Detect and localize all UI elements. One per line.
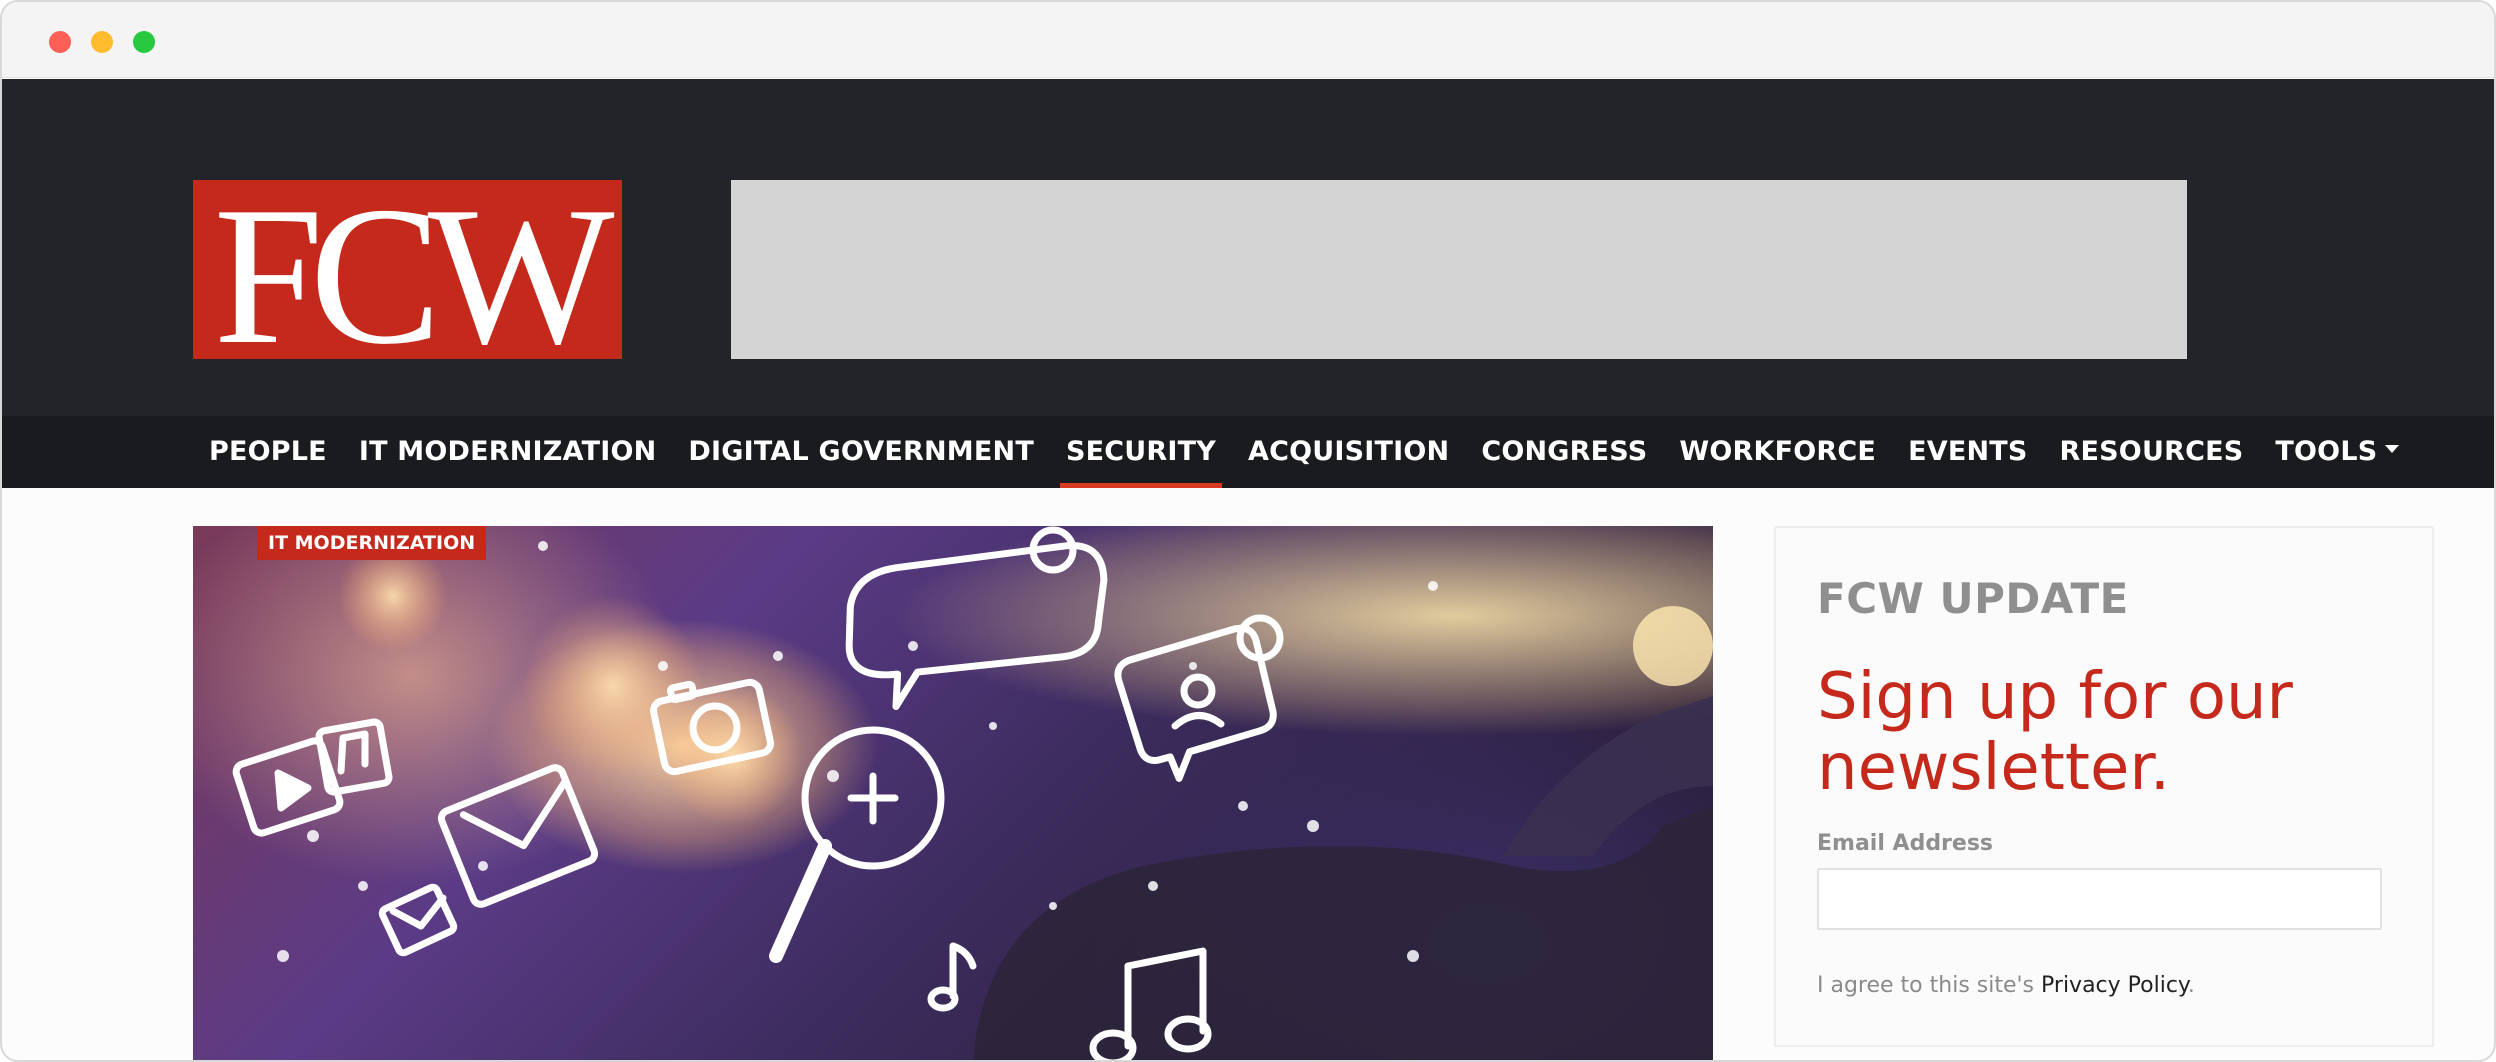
category-badge[interactable]: IT MODERNIZATION [257, 526, 487, 560]
caret-down-icon [2385, 444, 2400, 453]
privacy-policy-link[interactable]: Privacy Policy [2041, 973, 2188, 998]
nav-item-people[interactable]: PEOPLE [193, 416, 343, 488]
fcw-logo[interactable]: FCW [193, 180, 622, 359]
consent-suffix: . [2187, 973, 2195, 998]
bokeh-light [1633, 606, 1713, 686]
close-window-button[interactable] [49, 31, 71, 53]
logo-wordmark: FCW [213, 180, 614, 359]
hero-illustration [232, 526, 1713, 1060]
nav-item-security[interactable]: SECURITY [1050, 416, 1232, 488]
advertisement-banner[interactable] [731, 180, 2187, 359]
main-navigation: PEOPLE IT MODERNIZATION DIGITAL GOVERNME… [2, 416, 2494, 488]
user-message-icon [1114, 614, 1284, 782]
email-label: Email Address [1817, 831, 1994, 856]
site-header: FCW [2, 79, 2494, 416]
newsletter-kicker: FCW UPDATE [1817, 574, 2129, 623]
nav-item-digital-government[interactable]: DIGITAL GOVERNMENT [672, 416, 1050, 488]
email-field[interactable] [1817, 868, 2382, 930]
nav-item-tools[interactable]: TOOLS [2259, 416, 2415, 488]
nav-item-acquisition[interactable]: ACQUISITION [1232, 416, 1465, 488]
nav-item-tools-label: TOOLS [2275, 436, 2378, 467]
nav-item-events[interactable]: EVENTS [1892, 416, 2043, 488]
newsletter-signup: FCW UPDATE Sign up for our newsletter. E… [1774, 526, 2434, 1047]
mail-icon [378, 883, 458, 957]
minimize-window-button[interactable] [91, 31, 113, 53]
nav-item-it-modernization[interactable]: IT MODERNIZATION [343, 416, 673, 488]
nav-item-workforce[interactable]: WORKFORCE [1663, 416, 1892, 488]
maximize-window-button[interactable] [133, 31, 155, 53]
chat-bubble-icon [845, 526, 1108, 710]
nav-item-resources[interactable]: RESOURCES [2044, 416, 2260, 488]
music-note-icon [927, 942, 977, 1012]
newsletter-headline: Sign up for our newsletter. [1817, 660, 2293, 805]
hand-silhouette [973, 806, 1713, 1060]
fcw-logo-mark: FCW [213, 180, 622, 359]
consent-text: I agree to this site's [1817, 973, 2042, 998]
browser-window: FCW PEOPLE IT MODERNIZATION DIGITAL GOVE… [0, 0, 2496, 1062]
privacy-consent: I agree to this site's Privacy Policy. [1817, 973, 2195, 998]
hero-image[interactable]: IT MODERNIZATION [193, 526, 1713, 1060]
nav-item-congress[interactable]: CONGRESS [1465, 416, 1663, 488]
mail-icon [437, 764, 599, 908]
window-titlebar [2, 2, 2494, 78]
